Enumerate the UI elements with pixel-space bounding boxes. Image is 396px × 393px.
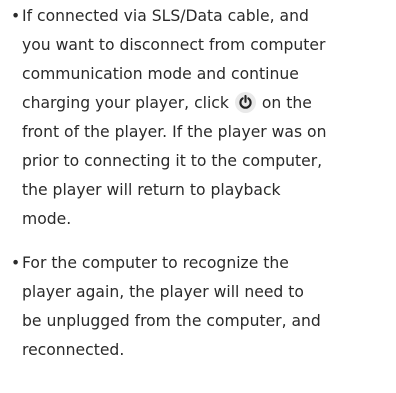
text-segment: charging your player, click bbox=[22, 94, 229, 112]
text-line: the player will return to playback bbox=[22, 181, 281, 199]
power-icon bbox=[234, 92, 256, 113]
text-line: communication mode and continue bbox=[22, 65, 299, 83]
text-line: reconnected. bbox=[22, 341, 125, 359]
text-line: For the computer to recognize the bbox=[22, 254, 289, 272]
text-line: front of the player. If the player was o… bbox=[22, 123, 327, 141]
text-line-with-icon: charging your player, click on the bbox=[22, 89, 396, 118]
text-line: mode. bbox=[22, 210, 72, 228]
text-line: prior to connecting it to the computer, bbox=[22, 152, 323, 170]
list-item: • If connected via SLS/Data cable, and y… bbox=[11, 2, 396, 234]
document-body: • If connected via SLS/Data cable, and y… bbox=[0, 0, 396, 393]
text-line: player again, the player will need to bbox=[22, 283, 304, 301]
bullet-marker: • bbox=[11, 254, 21, 272]
text-line: If connected via SLS/Data cable, and bbox=[22, 7, 309, 25]
text-segment: on the bbox=[261, 94, 312, 112]
text-line: be unplugged from the computer, and bbox=[22, 312, 321, 330]
list-item: • For the computer to recognize the play… bbox=[11, 249, 396, 365]
text-line: you want to disconnect from computer bbox=[22, 36, 326, 54]
bullet-marker: • bbox=[11, 7, 21, 25]
